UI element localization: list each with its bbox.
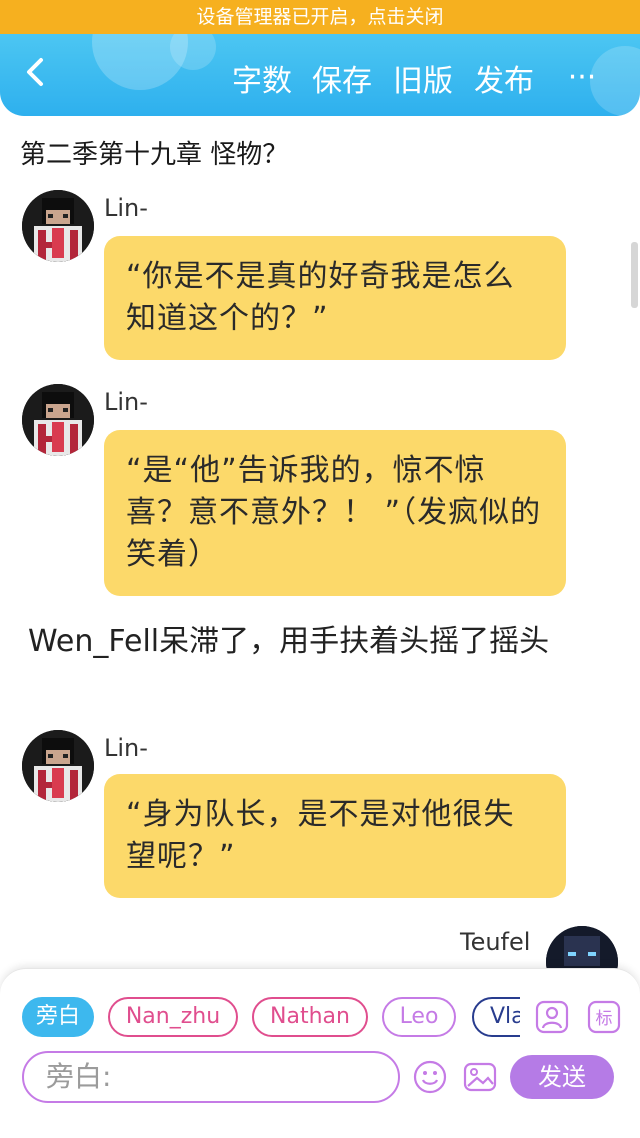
more-options-button[interactable]: ··· — [560, 60, 604, 104]
chapter-title[interactable]: 第二季第十九章 怪物？ — [20, 134, 288, 171]
role-chip-narration[interactable]: 旁白 — [22, 997, 94, 1037]
role-chip-vla[interactable]: Vla — [472, 997, 520, 1037]
message-bubble[interactable]: “你是不是真的好奇我是怎么知道这个的？” — [104, 236, 566, 360]
message-bubble[interactable]: “是“他”告诉我的，惊不惊喜？意不意外？！ ”（发疯似的笑着） — [104, 430, 566, 596]
emoji-icon[interactable] — [412, 1059, 448, 1095]
avatar[interactable] — [22, 190, 94, 262]
send-button[interactable]: 发送 — [510, 1055, 614, 1099]
avatar[interactable] — [22, 384, 94, 456]
back-button[interactable] — [14, 50, 58, 94]
composer-panel: 旁白 Nan_zhu Nathan Leo Vla 标 旁白: — [0, 968, 640, 1138]
role-chip-leo[interactable]: Leo — [382, 997, 456, 1037]
message-bubble[interactable]: “身为队长，是不是对他很失望呢？” — [104, 774, 566, 898]
avatar[interactable] — [22, 730, 94, 802]
device-manager-banner[interactable]: 设备管理器已开启，点击关闭 — [0, 0, 640, 34]
message-sender-name: Lin- — [104, 734, 148, 762]
image-icon[interactable] — [462, 1059, 498, 1095]
message-sender-name: Teufel — [460, 928, 531, 956]
chevron-left-icon — [27, 58, 43, 86]
save-button[interactable]: 保存 — [312, 60, 372, 104]
character-avatar-icon — [22, 190, 94, 262]
svg-text:标: 标 — [596, 1009, 613, 1029]
tag-icon[interactable]: 标 — [586, 999, 622, 1035]
narration-text[interactable]: Wen_Fell呆滞了，用手扶着头摇了摇头 — [28, 620, 618, 664]
role-chip-nathan[interactable]: Nathan — [252, 997, 368, 1037]
role-chip-nan-zhu[interactable]: Nan_zhu — [108, 997, 238, 1037]
top-toolbar: 字数 保存 旧版 发布 ··· — [0, 34, 640, 116]
message-input[interactable]: 旁白: — [22, 1051, 400, 1103]
character-avatar-icon — [22, 384, 94, 456]
message-sender-name: Lin- — [104, 194, 148, 222]
old-version-button[interactable]: 旧版 — [393, 60, 453, 104]
scrollbar[interactable] — [631, 242, 638, 308]
publish-button[interactable]: 发布 — [474, 60, 534, 104]
message-sender-name: Lin- — [104, 388, 148, 416]
role-manage-icon[interactable] — [534, 999, 570, 1035]
word-count-button[interactable]: 字数 — [232, 60, 292, 104]
editor-screen: 设备管理器已开启，点击关闭 字数 保存 旧版 发布 ··· 第二季第十九章 怪物… — [0, 0, 640, 1138]
role-selector: 旁白 Nan_zhu Nathan Leo Vla — [0, 997, 520, 1041]
character-avatar-icon — [22, 730, 94, 802]
